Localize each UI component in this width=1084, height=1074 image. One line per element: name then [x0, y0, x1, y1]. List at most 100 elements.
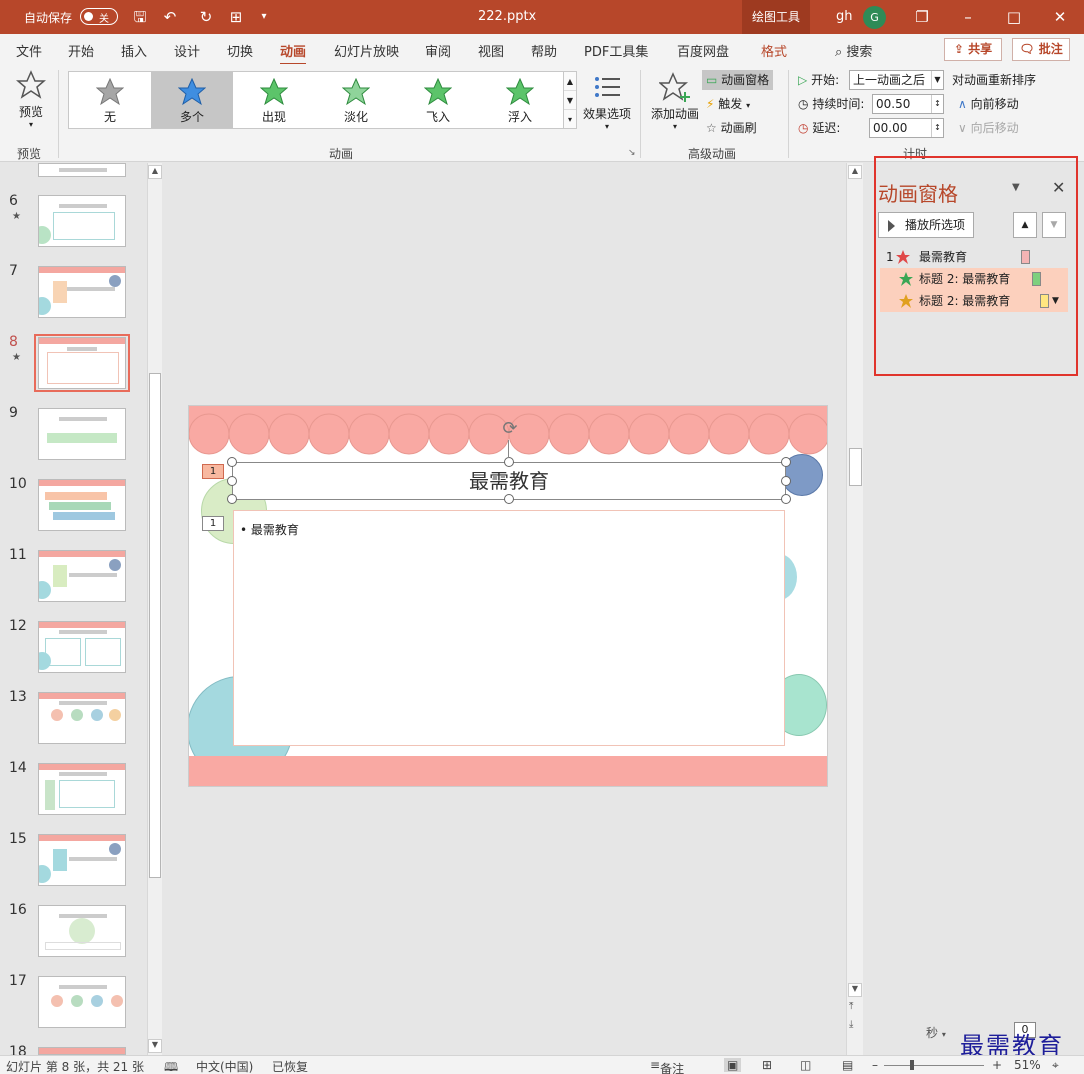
resize-handle[interactable] [781, 476, 791, 486]
effect-options-button[interactable]: 效果选项 ▾ [582, 72, 632, 131]
previous-slide-icon[interactable]: ⤒ [849, 1001, 853, 1012]
slide-thumbnail[interactable] [38, 195, 126, 247]
gallery-scroll[interactable]: ▲ ▼ ▾ [563, 71, 577, 129]
notes-button[interactable]: ≡ 备注 [650, 1058, 684, 1074]
tab-animations[interactable]: 动画 [280, 41, 307, 66]
gallery-item-appear[interactable]: 出现 [233, 72, 315, 128]
customize-icon[interactable]: ▾ [254, 7, 274, 27]
tab-baidu-netdisk[interactable]: 百度网盘 [677, 41, 729, 60]
scroll-down-icon[interactable]: ▼ [148, 1039, 162, 1053]
tab-transitions[interactable]: 切换 [227, 41, 253, 60]
scroll-up-icon[interactable]: ▲ [848, 165, 862, 179]
scroll-thumb[interactable] [149, 373, 161, 878]
zoom-level[interactable]: 51% [1014, 1058, 1041, 1072]
add-animation-button[interactable]: 添加动画 ▾ [648, 72, 702, 131]
slide-thumbnail[interactable] [38, 408, 126, 460]
animation-item[interactable]: 1 最需教育 [880, 246, 1068, 268]
tab-format[interactable]: 格式 [761, 41, 787, 60]
tab-pdf-tools[interactable]: PDF工具集 [584, 41, 648, 60]
slide-thumbnail-partial[interactable] [38, 1047, 126, 1055]
play-selected-button[interactable]: 播放所选项 [878, 212, 974, 238]
spinner-arrows-icon[interactable]: ↕ [931, 119, 943, 137]
bullet-text[interactable]: • 最需教育 [240, 521, 299, 538]
gallery-item-none[interactable]: 无 [69, 72, 151, 128]
language[interactable]: 中文(中国) [196, 1058, 253, 1074]
content-placeholder[interactable]: • 最需教育 [233, 510, 785, 746]
search-box[interactable]: ⌕ 搜索 [835, 41, 872, 60]
animation-tag-title[interactable]: 1 [202, 464, 224, 479]
dialog-launcher-icon[interactable]: ↘ [628, 148, 636, 158]
close-icon[interactable]: ✕ [1048, 5, 1072, 29]
duration-spinner[interactable]: 00.50 ↕ [872, 94, 944, 114]
zoom-slider[interactable] [884, 1065, 984, 1066]
resize-handle[interactable] [781, 494, 791, 504]
chevron-down-icon[interactable]: ▼ [1012, 182, 1020, 193]
resize-handle[interactable] [504, 457, 514, 467]
resize-handle[interactable] [227, 494, 237, 504]
tab-file[interactable]: 文件 [16, 41, 42, 60]
slide-thumbnail[interactable] [38, 621, 126, 673]
save-icon[interactable]: 🖫 [130, 7, 150, 27]
undo-icon[interactable]: ↶ [160, 7, 180, 27]
preview-button[interactable]: 预览 ▾ [12, 70, 50, 129]
user-name[interactable]: gh [836, 9, 853, 24]
timing-bar[interactable] [1021, 250, 1030, 264]
resize-handle[interactable] [227, 476, 237, 486]
gallery-item-float-in[interactable]: 浮入 [479, 72, 561, 128]
thumbnails-scrollbar[interactable]: ▲ ▼ [147, 163, 162, 1055]
trigger-button[interactable]: ⚡ 触发 ▾ [706, 94, 750, 114]
slide-thumbnail[interactable] [38, 550, 126, 602]
slide-thumbnail[interactable] [38, 266, 126, 318]
animation-item[interactable]: 标题 2: 最需教育 [880, 268, 1068, 290]
delay-spinner[interactable]: 00.00 ↕ [869, 118, 944, 138]
present-icon[interactable]: ⊞ [226, 7, 246, 27]
spellcheck-icon[interactable]: 🕮 [164, 1058, 178, 1074]
move-earlier-button[interactable]: ∧ 向前移动 [958, 94, 1019, 114]
redo-icon[interactable]: ↻ [196, 7, 216, 27]
slide-thumbnail[interactable] [38, 763, 126, 815]
tab-insert[interactable]: 插入 [121, 41, 147, 60]
slide-sorter-icon[interactable]: ⊞ [762, 1058, 772, 1072]
gallery-item-fly-in[interactable]: 飞入 [397, 72, 479, 128]
move-up-button[interactable]: ▲ [1013, 212, 1037, 238]
zoom-in-icon[interactable]: + [992, 1058, 1002, 1072]
tab-review[interactable]: 审阅 [425, 41, 451, 60]
share-button[interactable]: ⇪ 共享 [944, 38, 1002, 61]
animation-painter-button[interactable]: ☆ 动画刷 [706, 118, 757, 138]
gallery-item-fade[interactable]: 淡化 [315, 72, 397, 128]
autosave-toggle[interactable]: 关 [80, 8, 118, 25]
scroll-down-icon[interactable]: ▼ [848, 983, 862, 997]
ribbon-display-icon[interactable]: ❐ [910, 5, 934, 29]
chevron-up-icon[interactable]: ▲ [564, 72, 576, 91]
maximize-icon[interactable]: □ [1002, 5, 1026, 29]
gallery-expand-icon[interactable]: ▾ [564, 110, 576, 129]
normal-view-icon[interactable]: ▣ [724, 1058, 742, 1072]
timing-bar[interactable] [1040, 294, 1049, 308]
tab-design[interactable]: 设计 [174, 41, 200, 60]
rotate-handle-icon[interactable]: ⟳ [499, 418, 521, 440]
animation-tag-body[interactable]: 1 [202, 516, 224, 531]
start-select[interactable]: 上一动画之后 ▼ [849, 70, 944, 90]
slide-thumbnail[interactable] [38, 976, 126, 1028]
chevron-down-icon[interactable]: ▼ [1052, 290, 1059, 312]
reading-view-icon[interactable]: ◫ [800, 1058, 811, 1072]
comment-button[interactable]: 🗨 批注 [1012, 38, 1070, 61]
minimize-icon[interactable]: – [956, 5, 980, 29]
gallery-item-multiple[interactable]: 多个 [151, 72, 233, 128]
animation-item[interactable]: 标题 2: 最需教育 ▼ [880, 290, 1068, 312]
slideshow-icon[interactable]: ▤ [842, 1058, 853, 1072]
move-down-button[interactable]: ▼ [1042, 212, 1066, 238]
fit-to-window-icon[interactable]: ⌖ [1052, 1058, 1059, 1073]
scroll-thumb[interactable] [849, 448, 862, 486]
resize-handle[interactable] [781, 457, 791, 467]
slide-thumbnail-current[interactable] [38, 337, 126, 389]
editor-scrollbar[interactable]: ▲ ▼ ⤒ ⤓ [846, 163, 863, 1055]
next-slide-icon[interactable]: ⤓ [849, 1019, 853, 1030]
slide-thumbnail[interactable] [38, 834, 126, 886]
slide-canvas[interactable]: • 最需教育 最需教育 ⟳ 1 1 [188, 405, 828, 787]
animation-pane-button[interactable]: ▭ 动画窗格 [702, 70, 774, 90]
tab-home[interactable]: 开始 [68, 41, 94, 60]
timing-bar[interactable] [1032, 272, 1041, 286]
resize-handle[interactable] [504, 494, 514, 504]
chevron-down-icon[interactable]: ▼ [931, 71, 943, 89]
